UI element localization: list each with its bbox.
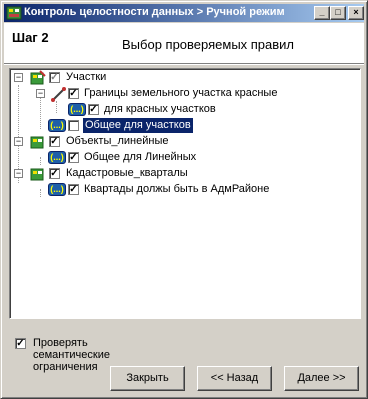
close-button[interactable]: Закрыть: [110, 366, 185, 391]
node-checkbox[interactable]: ✓: [68, 88, 79, 99]
step-description: Выбор проверяемых правил: [122, 37, 295, 52]
next-button[interactable]: Далее >>: [284, 366, 359, 391]
window-title: Контроль целостности данных > Ручной реж…: [24, 6, 285, 18]
node-label: Границы земельного участка красные: [84, 87, 278, 99]
collapse-icon[interactable]: −: [14, 169, 23, 178]
collapse-icon[interactable]: −: [14, 137, 23, 146]
node-label: Участки: [66, 71, 107, 83]
tree-node-obshchee-uchastkov[interactable]: (...) Общее для участков: [10, 117, 350, 134]
tree-node-granitsy[interactable]: − ✓ Границы земельного участка красные: [10, 86, 350, 102]
layer-icon: [30, 70, 46, 85]
header-divider: [4, 63, 364, 65]
wizard-header: Шаг 2 Выбор проверяемых правил: [4, 23, 364, 63]
minimize-button[interactable]: _: [314, 6, 330, 20]
rule-icon: (...): [48, 151, 66, 164]
rule-icon: (...): [48, 183, 66, 196]
node-label: Объекты_линейные: [66, 135, 169, 147]
semantic-constraints-checkbox[interactable]: ✓: [15, 338, 26, 349]
tree-node-obekty-lineynye[interactable]: − ✓ Объекты_линейные: [10, 134, 350, 150]
maximize-icon: □: [335, 7, 341, 17]
collapse-icon[interactable]: −: [36, 89, 45, 98]
node-checkbox[interactable]: ✓: [49, 168, 60, 179]
rule-icon: (...): [48, 119, 66, 132]
node-checkbox[interactable]: ✓: [49, 72, 60, 83]
tree-node-kadastrovye-kvartaly[interactable]: − ✓ Кадастровые_кварталы: [10, 166, 350, 182]
app-icon: [6, 6, 22, 20]
node-checkbox[interactable]: ✓: [49, 136, 60, 147]
title-bar[interactable]: Контроль целостности данных > Ручной реж…: [4, 4, 364, 22]
close-window-button[interactable]: ×: [348, 6, 364, 20]
maximize-button[interactable]: □: [330, 6, 346, 20]
collapse-icon[interactable]: −: [14, 73, 23, 82]
rule-icon: (...): [68, 103, 86, 116]
node-checkbox[interactable]: ✓: [68, 184, 79, 195]
layer-icon: [30, 168, 44, 181]
layer-icon: [30, 136, 44, 149]
step-label: Шаг 2: [12, 30, 49, 45]
node-label: Квартады должы быть в АдмРайоне: [84, 183, 270, 195]
close-icon: ×: [353, 7, 359, 17]
minimize-icon: _: [319, 7, 325, 17]
node-checkbox[interactable]: ✓: [68, 152, 79, 163]
node-label: Общее для Линейных: [84, 151, 197, 163]
node-label: Кадастровые_кварталы: [66, 167, 188, 179]
node-label-selected: Общее для участков: [82, 117, 194, 134]
boundary-icon: [51, 87, 66, 102]
node-label: для красных участков: [104, 103, 216, 115]
dialog-window: Контроль целостности данных > Ручной реж…: [0, 0, 368, 399]
semantic-constraints-label: Проверять семантические ограничения: [33, 337, 110, 373]
tree-node-uchastki[interactable]: − ✓ Участки: [10, 70, 350, 86]
node-checkbox[interactable]: ✓: [88, 104, 99, 115]
back-button[interactable]: << Назад: [197, 366, 272, 391]
tree-node-obshchee-lineynykh[interactable]: (...) ✓ Общее для Линейных: [10, 150, 350, 166]
tree-node-dlya-krasnykh[interactable]: (...) ✓ для красных участков: [10, 102, 350, 118]
node-checkbox[interactable]: [68, 120, 79, 131]
tree-node-kvartady-admrayon[interactable]: (...) ✓ Квартады должы быть в АдмРайоне: [10, 182, 350, 198]
rules-tree[interactable]: − ✓ Участки − ✓ Границы земельного участ…: [9, 68, 361, 319]
